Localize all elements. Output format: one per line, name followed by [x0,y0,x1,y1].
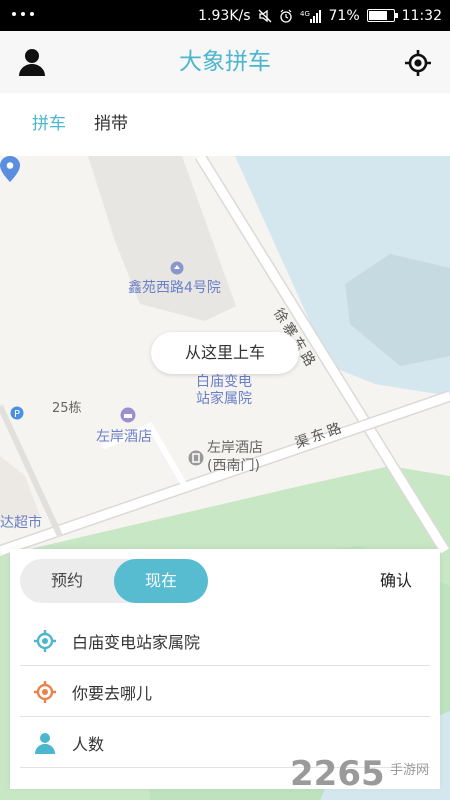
parking-icon: P [10,406,24,420]
start-location-text: 白庙变电站家属院 [72,632,201,652]
app-title: 大象拼车 [179,49,271,75]
time-mode-toggle: 预约 现在 [20,559,208,603]
signal-icon: 4G [300,9,322,23]
start-point-icon [34,629,56,652]
poi-marker-icon [170,261,184,275]
tab-pinche[interactable]: 拼车 [32,93,66,156]
tab-shaodai[interactable]: 捎带 [94,93,128,156]
start-location-row[interactable]: 白庙变电站家属院 [20,616,430,666]
destination-row[interactable]: 你要去哪儿 [20,667,430,717]
notification-dots [12,12,34,16]
network-speed: 1.93K/s [198,7,251,24]
poi-station[interactable]: 白庙变电站家属院 [196,374,258,408]
clock: 11:32 [401,7,442,24]
pickup-pin-icon[interactable] [0,156,20,182]
watermark-logo: 2265 手游网 [290,752,440,794]
battery-icon [366,9,398,22]
hotel-icon [120,407,136,423]
confirm-button[interactable]: 确认 [380,559,412,603]
person-icon [34,732,56,754]
poi-zuoan-west[interactable]: 左岸酒店(西南门) [207,439,279,475]
poi-xinyuan[interactable]: 鑫苑西路4号院 [128,277,221,297]
building-25: 25栋 [52,401,82,416]
app-header: 大象拼车 [0,31,450,93]
user-icon[interactable] [16,46,48,78]
status-bar: 1.93K/s 4G 71% 11:32 [0,0,450,31]
destination-field[interactable]: 你要去哪儿 [72,680,152,704]
signal-tag: 4G [300,10,310,18]
poi-market[interactable]: 达超市 [0,512,42,532]
battery-percent: 71% [328,7,360,24]
mode-now-button[interactable]: 现在 [114,559,208,603]
passenger-count-field[interactable]: 人数 [72,731,104,755]
status-right: 1.93K/s 4G 71% 11:32 [198,0,442,31]
gate-icon [188,450,204,466]
mute-icon [258,9,272,23]
mode-tabs: 拼车 捎带 [0,93,450,156]
svg-text:P: P [14,409,20,420]
poi-zuoan[interactable]: 左岸酒店 [96,426,152,446]
locate-icon[interactable] [404,49,432,77]
destination-icon [34,680,56,703]
mode-book-button[interactable]: 预约 [20,559,114,603]
watermark-site: 手游网 [390,763,429,778]
alarm-icon [279,9,293,23]
pickup-hint-bubble[interactable]: 从这里上车 [151,332,299,374]
watermark-brand: 2265 [290,754,385,792]
